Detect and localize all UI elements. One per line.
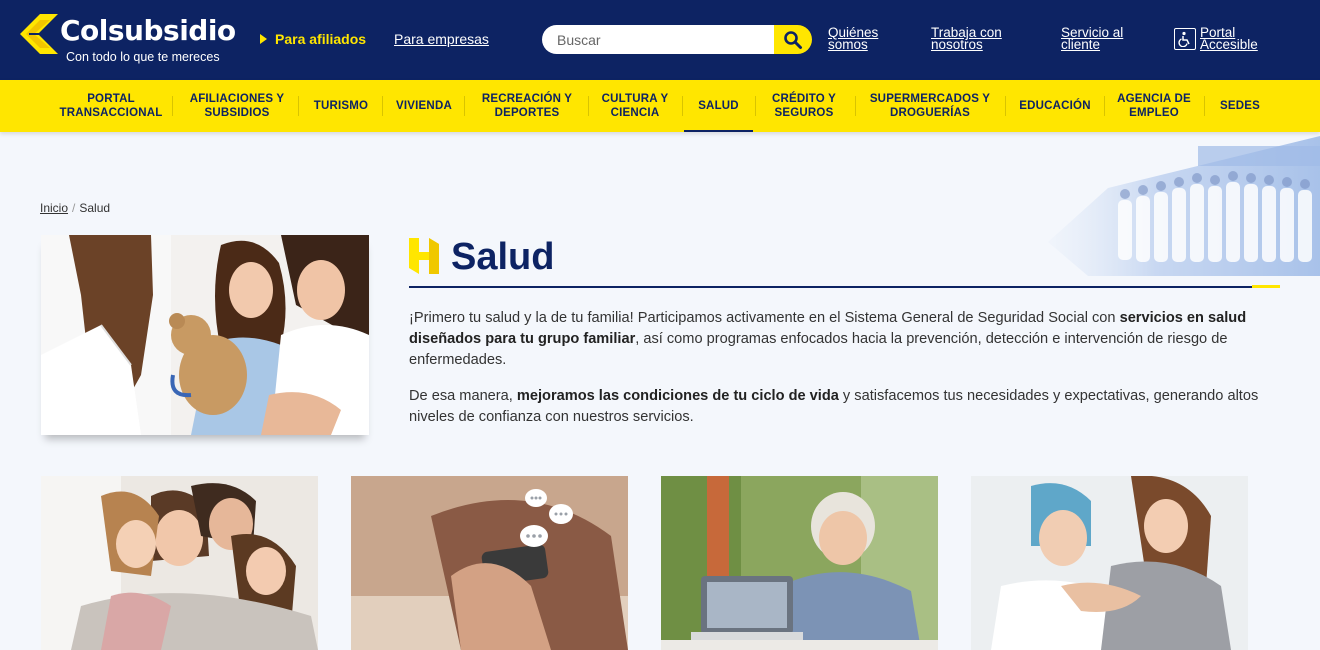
phone-chat-photo: [351, 476, 628, 650]
nav-label-line2: SUBSIDIOS: [204, 107, 270, 119]
nav-divider: [855, 96, 856, 116]
nav-divider: [588, 96, 589, 116]
colsubsidio-mark-icon: [20, 14, 58, 54]
search-icon: [784, 30, 802, 49]
intro-text-a: ¡Primero tu salud y la de tu familia! Pa…: [409, 310, 1120, 326]
wheelchair-icon[interactable]: [1174, 28, 1196, 50]
nav-label-line1: CULTURA Y: [601, 93, 669, 105]
search-button[interactable]: [774, 25, 812, 54]
link-servicio-al-cliente[interactable]: Servicio al cliente: [1061, 26, 1123, 52]
link-trabaja-con-nosotros[interactable]: Trabaja con nosotros: [931, 26, 1002, 52]
nav-item-vivienda[interactable]: VIVIENDA: [386, 80, 462, 132]
nav-divider: [1005, 96, 1006, 116]
doctor-child-photo: [41, 235, 369, 435]
nav-active-indicator: [684, 130, 753, 132]
nav-divider: [682, 96, 683, 116]
card-patient-care-image[interactable]: [971, 476, 1248, 650]
nav-divider: [172, 96, 173, 116]
search-input[interactable]: [542, 25, 782, 54]
nav-para-afiliados[interactable]: Para afiliados: [260, 31, 366, 47]
breadcrumb-separator: /: [72, 201, 76, 215]
top-header: Colsubsidio Con todo lo que te mereces P…: [0, 0, 1320, 80]
nav-label-line2: DEPORTES: [494, 107, 560, 119]
card-family-image[interactable]: [41, 476, 318, 650]
nav-label: SALUD: [698, 100, 739, 112]
nav-divider: [382, 96, 383, 116]
link-quienes-somos-line2: somos: [828, 37, 868, 52]
nav-label-line2: CIENCIA: [610, 107, 660, 119]
nav-divider: [1104, 96, 1105, 116]
nav-item-turismo[interactable]: TURISMO: [302, 80, 380, 132]
patient-care-photo: [971, 476, 1248, 650]
card-chat-image[interactable]: [351, 476, 628, 650]
nav-item-credito[interactable]: CRÉDITO Y SEGUROS: [758, 80, 850, 132]
logo-tagline: Con todo lo que te mereces: [66, 50, 220, 64]
nav-divider: [1204, 96, 1205, 116]
link-quienes-somos[interactable]: Quiénes somos: [828, 26, 878, 52]
nav-divider: [755, 96, 756, 116]
triangle-right-icon: [260, 34, 267, 44]
page-title: Salud: [451, 236, 555, 278]
nav-label-line1: RECREACIÓN Y: [481, 93, 573, 105]
nav-label-line2: SEGUROS: [774, 107, 834, 119]
title-divider: [409, 286, 1280, 288]
nav-label: TURISMO: [313, 100, 369, 112]
title-divider-accent: [1252, 285, 1280, 288]
nav-item-salud[interactable]: SALUD: [684, 80, 753, 132]
nav-label: SEDES: [1220, 100, 1260, 112]
nav-label-line1: AGENCIA DE: [1117, 93, 1191, 105]
nav-item-recreacion[interactable]: RECREACIÓN Y DEPORTES: [470, 80, 584, 132]
site-logo[interactable]: Colsubsidio Con todo lo que te mereces: [20, 12, 236, 68]
nav-item-portal-transaccional[interactable]: PORTAL TRANSACCIONAL: [52, 80, 170, 132]
nav-label: VIVIENDA: [396, 100, 452, 112]
breadcrumb-current: Salud: [79, 201, 111, 215]
nav-item-agencia-empleo[interactable]: AGENCIA DE EMPLEO: [1108, 80, 1200, 132]
nav-label-line2: EMPLEO: [1129, 107, 1179, 119]
nav-divider: [464, 96, 465, 116]
nav-label-line1: PORTAL: [87, 93, 135, 105]
nav-label: EDUCACIÓN: [1019, 100, 1091, 112]
nav-label-line2: TRANSACCIONAL: [59, 107, 163, 119]
link-portal-line2: Accesible: [1200, 37, 1258, 52]
nav-divider: [298, 96, 299, 116]
nav-item-cultura[interactable]: CULTURA Y CIENCIA: [592, 80, 678, 132]
link-servicio-line2: cliente: [1061, 37, 1101, 52]
link-portal-accesible[interactable]: Portal Accesible: [1200, 26, 1258, 52]
nav-para-afiliados-label: Para afiliados: [275, 31, 367, 47]
second-paragraph: De esa manera, mejoramos las condiciones…: [409, 386, 1284, 428]
family-photo: [41, 476, 318, 650]
search-box: [542, 25, 812, 54]
wheelchair-glyph-icon: [1178, 31, 1190, 47]
breadcrumb: Inicio / Salud: [40, 201, 110, 215]
nav-item-sedes[interactable]: SEDES: [1208, 80, 1272, 132]
nav-label-line1: CRÉDITO Y: [772, 93, 836, 105]
breadcrumb-home-link[interactable]: Inicio: [40, 201, 68, 215]
salud-main-image: [41, 235, 369, 435]
nav-label-line2: DROGUERÍAS: [890, 107, 970, 119]
hero-banner-image: [1048, 136, 1320, 276]
nav-label-line1: SUPERMERCADOS Y: [869, 93, 991, 105]
nav-item-supermercados[interactable]: SUPERMERCADOS Y DROGUERÍAS: [860, 80, 1000, 132]
second-text-a: De esa manera,: [409, 388, 517, 404]
link-trabaja-line2: nosotros: [931, 37, 983, 52]
intro-paragraph: ¡Primero tu salud y la de tu familia! Pa…: [409, 308, 1284, 371]
second-text-bold: mejoramos las condiciones de tu ciclo de…: [516, 388, 839, 404]
nav-item-educacion[interactable]: EDUCACIÓN: [1010, 80, 1100, 132]
logo-wordmark: Colsubsidio: [60, 14, 236, 47]
nav-label-line1: AFILIACIONES Y: [189, 93, 285, 105]
main-navigation: PORTAL TRANSACCIONAL AFILIACIONES Y SUBSID…: [0, 80, 1320, 132]
h-mark-icon: [409, 238, 439, 274]
card-senior-laptop-image[interactable]: [661, 476, 938, 650]
nav-para-empresas[interactable]: Para empresas: [394, 31, 489, 47]
senior-laptop-photo: [661, 476, 938, 650]
nav-item-afiliaciones[interactable]: AFILIACIONES Y SUBSIDIOS: [178, 80, 296, 132]
